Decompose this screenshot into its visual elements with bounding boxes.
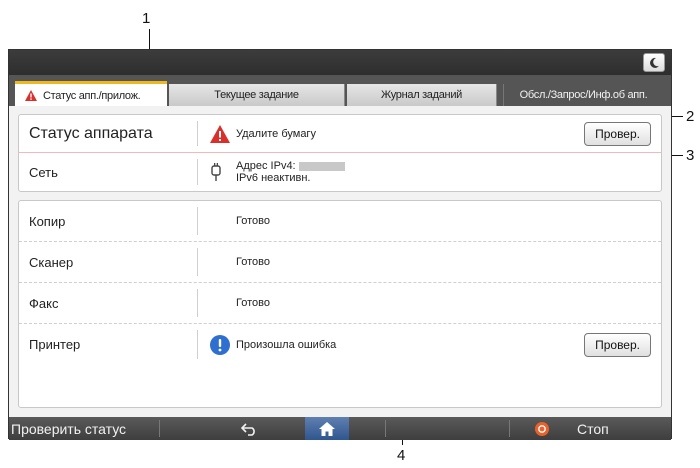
- function-status-text: Готово: [236, 297, 270, 309]
- function-row-copier: Копир Готово: [19, 201, 661, 242]
- printer-label: Принтер: [29, 337, 81, 352]
- function-value: Готово: [198, 297, 270, 309]
- check-status-button[interactable]: Проверить статус: [11, 417, 126, 440]
- tab-current-job[interactable]: Текущее задание: [169, 84, 345, 106]
- stop-button[interactable]: Стоп: [535, 417, 609, 440]
- moon-icon: [650, 57, 659, 68]
- function-label: Сканер: [29, 254, 74, 270]
- tab-label: Текущее задание: [214, 89, 299, 101]
- info-exclamation-icon: [210, 334, 230, 355]
- functions-card: Копир Готово Сканер Готово Факс Готово П…: [18, 200, 662, 408]
- function-row-scanner: Сканер Готово: [19, 242, 661, 283]
- network-row: Сеть Адрес IPv4: IPv6 неактивн.: [19, 153, 661, 191]
- tab-label: Обсл./Запрос/Инф.об апп.: [519, 89, 648, 101]
- callout-3: 3: [686, 147, 695, 164]
- ipv6-label: IPv6 неактивн.: [236, 172, 311, 184]
- ipv4-masked-value: [298, 161, 345, 171]
- tab-label: Статус апп./прилож.: [43, 89, 141, 102]
- machine-status-row: Статус аппарата Удалите бумагу Провер.: [19, 115, 661, 153]
- divider: [509, 420, 510, 437]
- function-label: Копир: [29, 213, 66, 229]
- check-status-label: Проверить статус: [11, 420, 127, 437]
- tab-bar: Статус апп./прилож. Текущее задание Журн…: [9, 75, 671, 107]
- status-content: Статус аппарата Удалите бумагу Провер. С: [9, 106, 671, 417]
- energy-saver-button[interactable]: [643, 53, 665, 72]
- tab-maintenance-inquiry[interactable]: Обсл./Запрос/Инф.об апп.: [503, 84, 663, 106]
- function-row-fax: Факс Готово: [19, 283, 661, 324]
- machine-status-text: Удалите бумагу: [236, 127, 316, 140]
- network-label: Сеть: [29, 164, 58, 180]
- printer-value: Произошла ошибка: [198, 334, 337, 355]
- home-button[interactable]: [305, 417, 349, 440]
- tab-job-history[interactable]: Журнал заданий: [347, 84, 497, 106]
- back-button[interactable]: [241, 417, 257, 440]
- machine-network-card: Статус аппарата Удалите бумагу Провер. С: [18, 114, 662, 192]
- function-label: Факс: [29, 295, 59, 311]
- function-row-printer: Принтер Произошла ошибка Провер.: [19, 324, 661, 365]
- stop-icon: [535, 421, 549, 436]
- function-status-text: Готово: [236, 215, 270, 227]
- back-arrow-icon: [241, 422, 255, 436]
- tab-label: Журнал заданий: [380, 89, 463, 101]
- divider: [159, 420, 160, 437]
- callout-1: 1: [142, 10, 151, 27]
- ipv4-label: Адрес IPv4:: [236, 160, 296, 172]
- stop-label: Стоп: [577, 420, 609, 437]
- network-value: Адрес IPv4: IPv6 неактивн.: [198, 160, 345, 184]
- device-screen: Статус апп./прилож. Текущее задание Журн…: [8, 49, 672, 440]
- callout-4: 4: [397, 447, 406, 464]
- function-value: Готово: [198, 215, 270, 227]
- function-value: Готово: [198, 256, 270, 268]
- top-bar: [9, 50, 671, 75]
- function-status-text: Готово: [236, 256, 270, 268]
- callout-2: 2: [686, 108, 695, 125]
- printer-check-button[interactable]: Провер.: [584, 332, 651, 357]
- tab-machine-app-status[interactable]: Статус апп./прилож.: [15, 81, 167, 107]
- printer-status-text: Произошла ошибка: [236, 338, 337, 351]
- machine-status-value: Удалите бумагу: [198, 124, 316, 143]
- warning-icon: [25, 90, 37, 101]
- home-icon: [319, 421, 335, 436]
- machine-status-label: Статус аппарата: [29, 124, 153, 142]
- divider: [385, 420, 386, 437]
- network-plug-icon: [211, 163, 221, 181]
- bottom-bar: Проверить статус Стоп: [9, 417, 671, 440]
- warning-triangle-icon: [210, 124, 230, 143]
- machine-status-check-button[interactable]: Провер.: [584, 121, 651, 146]
